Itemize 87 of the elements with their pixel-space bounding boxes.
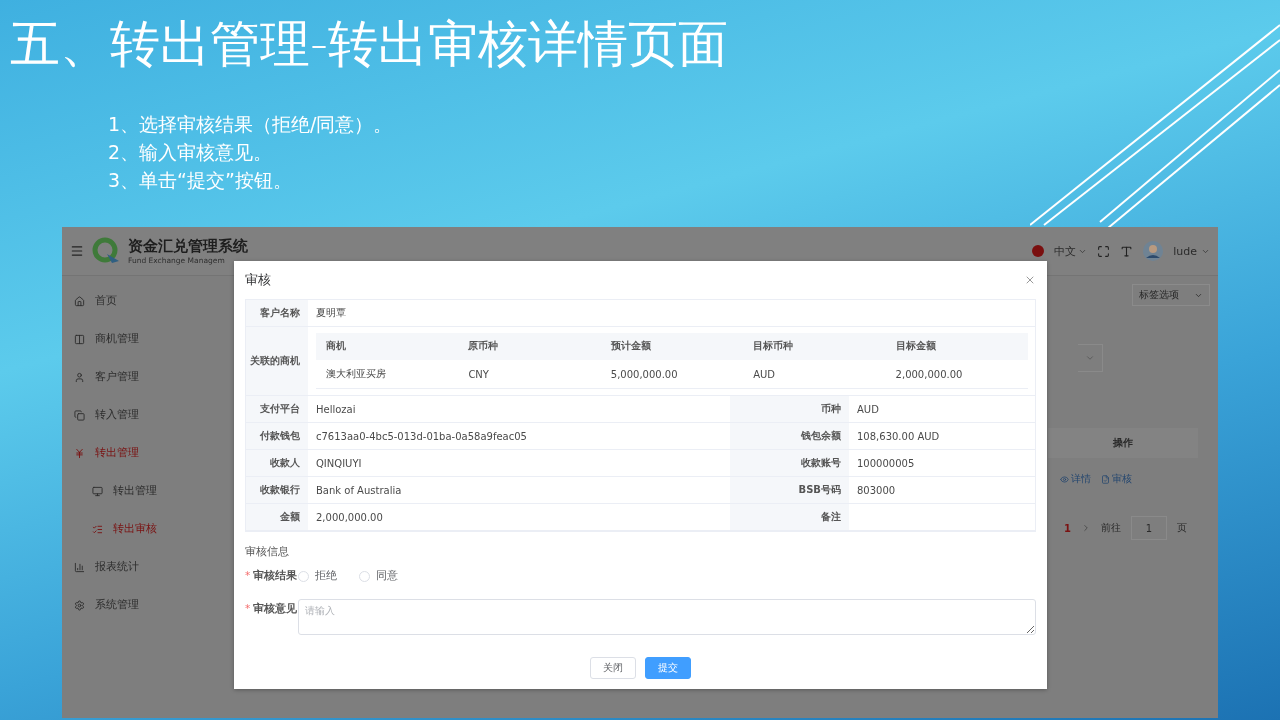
- field-value: 夏明覃: [308, 300, 1036, 327]
- goto-label: 前往: [1100, 521, 1121, 535]
- sidebar-item[interactable]: 转出审核: [62, 510, 238, 548]
- app-title: 资金汇兑管理系统: [128, 237, 248, 256]
- sidebar-item[interactable]: 转出管理: [62, 472, 238, 510]
- caret-icon: [1085, 353, 1095, 363]
- field-label: 支付平台: [246, 396, 308, 423]
- radio-option[interactable]: 拒绝: [298, 569, 337, 583]
- user-icon: [74, 371, 85, 383]
- table-cell: 澳大利亚买房: [316, 360, 459, 389]
- file-check-icon: [1101, 474, 1110, 484]
- language-menu[interactable]: 中文: [1054, 243, 1077, 259]
- sidebar-item[interactable]: 转出管理: [62, 434, 238, 472]
- radio-icon[interactable]: [359, 570, 370, 582]
- columns-icon: [74, 333, 85, 345]
- action-link[interactable]: 详情: [1060, 472, 1091, 486]
- column-header: 预计金额: [600, 333, 744, 360]
- page-number[interactable]: 1: [1064, 522, 1071, 534]
- radio-icon[interactable]: [298, 570, 309, 582]
- field-value: c7613aa0-4bc5-013d-01ba-0a58a9feac05: [316, 430, 527, 442]
- column-header: 商机: [316, 333, 459, 360]
- page-suffix: 页: [1176, 521, 1187, 535]
- field-label: 收款银行: [246, 477, 308, 504]
- list-icon: [92, 523, 103, 535]
- slide-title: 五、转出管理-转出审核详情页面: [9, 14, 730, 75]
- form-label: * 审核意见: [245, 601, 298, 616]
- yen-icon: [74, 447, 85, 459]
- monitor-icon: [92, 485, 103, 497]
- field-label: 备注: [730, 504, 849, 531]
- select-field[interactable]: [1078, 344, 1103, 372]
- sidebar-item[interactable]: 客户管理: [62, 358, 238, 396]
- field-label: 收款账号: [730, 450, 849, 477]
- table-cell: 2,000,000.00: [885, 360, 1028, 389]
- field-value: AUD: [857, 403, 879, 415]
- field-label: 关联的商机: [246, 327, 308, 396]
- step-text: 3、单击“提交”按钮。: [108, 168, 293, 193]
- field-label: 收款人: [246, 450, 308, 477]
- step-text: 1、选择审核结果（拒绝/同意）。: [108, 112, 394, 137]
- flag-icon[interactable]: [1032, 245, 1045, 257]
- sidebar-item[interactable]: 系统管理: [62, 586, 238, 624]
- field-label: 付款钱包: [246, 423, 308, 450]
- sidebar-item[interactable]: 报表统计: [62, 548, 238, 586]
- step-text: 2、输入审核意见。: [108, 140, 274, 165]
- table-cell: CNY: [458, 360, 601, 389]
- column-header: 目标金额: [885, 333, 1028, 360]
- field-label: BSB号码: [730, 477, 849, 504]
- field-label: 钱包余额: [730, 423, 849, 450]
- fullscreen-icon[interactable]: [1097, 244, 1111, 258]
- field-value: QINQIUYI: [316, 457, 362, 469]
- sidebar-item[interactable]: 首页: [62, 282, 238, 320]
- field-value: 803000: [857, 484, 896, 496]
- sidebar-item[interactable]: 转入管理: [62, 396, 238, 434]
- font-size-icon[interactable]: [1120, 244, 1134, 258]
- field-label: 币种: [730, 396, 849, 423]
- dialog-title: 审核: [245, 271, 271, 289]
- column-header: 原币种: [458, 333, 601, 360]
- submit-button[interactable]: 提交: [645, 657, 691, 679]
- action-link[interactable]: 审核: [1101, 472, 1132, 486]
- tag-select[interactable]: 标签选项: [1132, 284, 1210, 306]
- form-label: * 审核结果: [245, 569, 298, 583]
- field-value: 108,630.00 AUD: [857, 430, 940, 442]
- menu-icon[interactable]: [70, 244, 84, 258]
- close-button[interactable]: 关闭: [590, 657, 636, 679]
- close-icon[interactable]: [1024, 274, 1036, 286]
- opinion-field[interactable]: 请输入: [298, 599, 1036, 635]
- home-icon: [74, 295, 85, 307]
- radio-option[interactable]: 同意: [359, 569, 398, 583]
- eye-icon: [1060, 474, 1069, 484]
- page-input[interactable]: 1: [1130, 516, 1167, 540]
- table-cell: AUD: [743, 360, 886, 389]
- user-name[interactable]: lude: [1173, 244, 1197, 258]
- copy-icon: [74, 409, 85, 421]
- settings-icon: [74, 599, 85, 611]
- field-value: 2,000,000.00: [316, 511, 383, 523]
- field-value: 100000005: [857, 457, 915, 469]
- table-header: 操作: [1048, 428, 1198, 458]
- table-cell: 5,000,000.00: [600, 360, 744, 389]
- chart-icon: [74, 561, 85, 573]
- field-label: 金额: [246, 504, 308, 531]
- section-title: 审核信息: [245, 545, 290, 559]
- field-value: Bank of Australia: [316, 484, 402, 496]
- logo-icon: [92, 237, 120, 265]
- field-label: 客户名称: [246, 300, 308, 327]
- avatar-icon[interactable]: [1143, 241, 1164, 261]
- sidebar-item[interactable]: 商机管理: [62, 320, 238, 358]
- field-value: Hellozai: [316, 403, 356, 415]
- column-header: 目标币种: [743, 333, 886, 360]
